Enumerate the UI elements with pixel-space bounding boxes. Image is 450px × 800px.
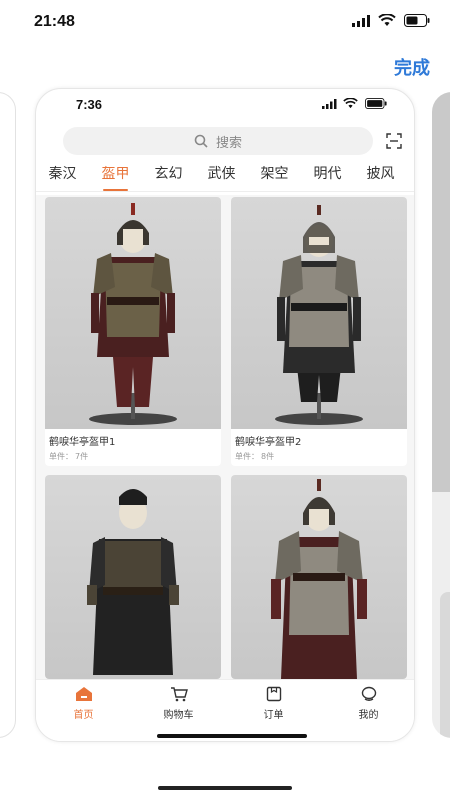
product-image — [45, 475, 221, 679]
previous-preview-card[interactable] — [0, 92, 16, 738]
app-preview-frame: 7:36 搜索 秦汉 盔甲 玄幻 武侠 架空 明代 披风 鹤唳华亭盔甲1 单件：… — [35, 88, 415, 742]
home-icon — [75, 687, 92, 701]
category-tab-wuxia[interactable]: 武侠 — [195, 161, 248, 191]
category-tab-qinhan[interactable]: 秦汉 — [36, 161, 89, 191]
tab-profile-label: 我的 — [358, 710, 379, 721]
category-tab-ming[interactable]: 明代 — [301, 161, 354, 191]
home-indicator — [158, 786, 292, 790]
preview-status-time: 7:36 — [76, 97, 103, 112]
tab-orders[interactable]: 订单 — [226, 680, 321, 741]
tab-profile[interactable]: 我的 — [321, 680, 414, 741]
done-button[interactable]: 完成 — [394, 54, 430, 80]
product-grid: 鹤唳华亭盔甲1 单件： 7件 鹤唳华亭盔甲2 单件： 8件 — [36, 195, 414, 679]
wifi-icon — [343, 98, 358, 109]
tab-cart-label: 购物车 — [163, 710, 194, 721]
signal-icon — [322, 98, 337, 109]
product-card[interactable]: 鹤唳华亭盔甲1 单件： 7件 — [45, 197, 221, 466]
category-tab-armor[interactable]: 盔甲 — [89, 161, 142, 191]
order-icon — [266, 686, 281, 702]
next-preview-card[interactable] — [432, 92, 450, 738]
tab-home[interactable]: 首页 — [36, 680, 131, 741]
battery-icon — [365, 98, 387, 109]
category-tabs: 秦汉 盔甲 玄幻 武侠 架空 明代 披风 — [36, 161, 414, 191]
os-status-icons — [352, 14, 430, 27]
category-tab-fantasy[interactable]: 玄幻 — [142, 161, 195, 191]
os-time: 21:48 — [34, 13, 75, 30]
search-placeholder: 搜索 — [215, 135, 242, 151]
category-tab-fictional[interactable]: 架空 — [248, 161, 301, 191]
battery-icon — [404, 14, 430, 27]
tab-home-label: 首页 — [73, 710, 94, 721]
product-image — [45, 197, 221, 429]
signal-icon — [352, 14, 370, 27]
wifi-icon — [378, 14, 396, 26]
tab-cart[interactable]: 购物车 — [131, 680, 226, 741]
preview-status-icons — [322, 98, 388, 109]
product-count: 单件： 8件 — [235, 452, 275, 461]
product-name: 鹤唳华亭盔甲2 — [235, 437, 302, 448]
search-icon — [194, 134, 208, 148]
product-name: 鹤唳华亭盔甲1 — [49, 437, 116, 448]
bottom-tab-bar: 首页 购物车 订单 我的 — [36, 679, 414, 741]
product-count: 单件： 7件 — [49, 452, 89, 461]
product-card[interactable] — [45, 475, 221, 679]
preview-home-indicator — [157, 734, 307, 738]
search-bar[interactable]: 搜索 — [63, 127, 373, 155]
product-card[interactable] — [231, 475, 407, 679]
category-tab-cloak[interactable]: 披风 — [354, 161, 407, 191]
product-image — [231, 197, 407, 429]
cart-icon — [170, 687, 188, 702]
scan-icon[interactable] — [386, 133, 402, 149]
product-card[interactable]: 鹤唳华亭盔甲2 单件： 8件 — [231, 197, 407, 466]
profile-icon — [361, 686, 376, 701]
os-status-bar: 21:48 — [0, 0, 450, 44]
tab-orders-label: 订单 — [263, 710, 284, 721]
product-image — [231, 475, 407, 679]
